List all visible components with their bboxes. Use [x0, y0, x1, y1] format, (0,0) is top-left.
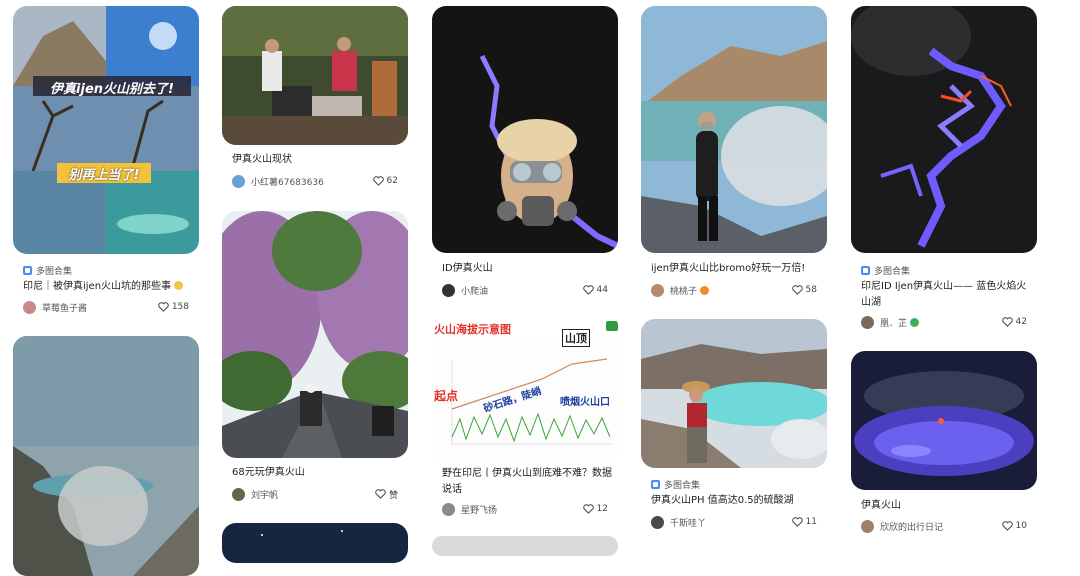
note-meta: 刘宇帆 赞	[232, 487, 402, 501]
note-title[interactable]: 伊真火山PH 值高达0.5的硫酸湖	[651, 493, 823, 509]
note-meta: 星野飞扬 12	[442, 502, 612, 516]
author-name[interactable]: 桃桃子	[670, 284, 792, 297]
note-cover-image[interactable]	[641, 6, 827, 253]
note-cover-image[interactable]: 伊真ijen火山别去了! 别再上当了!	[13, 6, 199, 254]
heart-outline-icon	[158, 302, 169, 312]
like-button[interactable]: 62	[372, 176, 398, 186]
like-count: 62	[386, 176, 398, 186]
note-meta: 桃桃子 58	[651, 283, 821, 297]
leaf-icon	[909, 317, 919, 327]
author-name[interactable]: 凰．芷	[880, 316, 1002, 329]
like-button[interactable]: 44	[582, 285, 608, 295]
like-count: 58	[805, 285, 817, 295]
heart-outline-icon	[1001, 521, 1013, 531]
note-cover-image[interactable]: 火山海拔示意图 山顶 起点 砂石路，陡峭 喷烟火山口	[432, 319, 618, 458]
heart-outline-icon	[582, 504, 594, 514]
author-name-text: 凰．芷	[880, 318, 908, 329]
heart-outline-icon	[582, 285, 594, 295]
avatar[interactable]	[442, 502, 455, 516]
album-badge-label: 多图合集	[664, 481, 701, 491]
like-button[interactable]: 10	[1001, 521, 1027, 531]
note-cover-image[interactable]	[432, 536, 618, 556]
like-button[interactable]: 赞	[375, 488, 398, 501]
note-title[interactable]: 68元玩伊真火山	[232, 465, 404, 481]
avatar[interactable]	[232, 487, 245, 501]
note-meta: 小爬油 44	[442, 283, 612, 297]
note-meta: 千斯哇丫 11	[651, 515, 821, 529]
cover-overlay-headline: 伊真ijen火山别去了!	[50, 82, 174, 97]
like-button[interactable]: 42	[1001, 317, 1027, 327]
note-cover-image[interactable]	[222, 523, 408, 563]
note-title[interactable]: 野在印尼丨伊真火山到底难不难？数据说话	[442, 466, 614, 498]
note-cover-image[interactable]	[432, 6, 618, 253]
like-button[interactable]: 158	[158, 302, 189, 312]
like-count: 12	[596, 504, 608, 514]
avatar[interactable]	[442, 283, 455, 297]
emoji-icon	[174, 281, 184, 290]
avatar[interactable]	[232, 174, 245, 188]
like-count: 44	[596, 285, 608, 295]
like-button[interactable]: 58	[791, 285, 817, 295]
author-name[interactable]: 草莓鱼子酱	[42, 301, 158, 314]
author-name-text: 桃桃子	[670, 286, 698, 297]
author-name[interactable]: 刘宇帆	[251, 488, 375, 501]
like-count: 10	[1015, 521, 1027, 531]
avatar[interactable]	[651, 283, 664, 297]
note-cover-image[interactable]	[851, 6, 1037, 253]
album-badge: 多图合集	[861, 264, 910, 277]
chart-overlay-side: 喷烟火山口	[560, 397, 610, 408]
avatar[interactable]	[861, 519, 874, 533]
cover-overlay-subline: 别再上当了!	[68, 168, 140, 183]
like-button[interactable]: 12	[582, 504, 608, 514]
album-icon	[23, 266, 32, 275]
note-cover-image[interactable]	[851, 351, 1037, 490]
album-icon	[861, 266, 870, 275]
flower-icon	[699, 285, 709, 295]
note-title[interactable]: ijen伊真火山比bromo好玩一万倍!	[651, 261, 823, 277]
avatar[interactable]	[23, 300, 36, 314]
note-title[interactable]: 印尼ID Ijen伊真火山—— 蓝色火焰火山湖	[861, 279, 1033, 311]
avatar[interactable]	[861, 315, 874, 329]
author-name[interactable]: 小爬油	[461, 284, 583, 297]
note-title[interactable]: ID伊真火山	[442, 261, 614, 277]
heart-outline-icon	[791, 517, 803, 527]
author-name[interactable]: 小红薯67683636	[251, 175, 373, 188]
note-meta: 欣欣的出行日记 10	[861, 519, 1031, 533]
note-cover-image[interactable]	[222, 211, 408, 458]
note-meta: 草莓鱼子酱 158	[23, 300, 193, 314]
author-name[interactable]: 星野飞扬	[461, 503, 583, 516]
like-button[interactable]: 11	[791, 517, 817, 527]
note-cover-image[interactable]	[222, 6, 408, 145]
note-meta: 小红薯67683636 62	[232, 174, 402, 188]
album-badge-label: 多图合集	[874, 267, 911, 277]
like-count: 158	[171, 302, 189, 312]
note-meta: 凰．芷 42	[861, 315, 1031, 329]
note-cover-image[interactable]	[13, 336, 199, 576]
album-badge: 多图合集	[23, 264, 72, 277]
album-badge: 多图合集	[651, 478, 700, 491]
note-cover-image[interactable]	[641, 319, 827, 468]
like-count: 11	[805, 517, 817, 527]
note-title[interactable]: 印尼｜被伊真ijen火山坑的那些事	[23, 279, 195, 295]
note-title[interactable]: 伊真火山	[861, 498, 1033, 514]
chart-overlay-start: 起点	[434, 389, 459, 403]
album-badge-label: 多图合集	[36, 267, 73, 277]
heart-outline-icon	[791, 285, 803, 295]
like-count: 赞	[388, 490, 398, 501]
heart-outline-icon	[375, 489, 386, 499]
chart-overlay-peak: 山顶	[562, 329, 590, 347]
note-title[interactable]: 伊真火山现状	[232, 152, 404, 168]
author-name[interactable]: 欣欣的出行日记	[880, 520, 1002, 533]
like-count: 42	[1015, 317, 1027, 327]
avatar[interactable]	[651, 515, 664, 529]
heart-outline-icon	[372, 176, 384, 186]
album-icon	[651, 480, 660, 489]
author-name[interactable]: 千斯哇丫	[670, 516, 792, 529]
heart-outline-icon	[1001, 317, 1013, 327]
note-title-text: 印尼｜被伊真ijen火山坑的那些事	[23, 281, 172, 292]
chart-overlay-title: 火山海拔示意图	[434, 323, 511, 336]
